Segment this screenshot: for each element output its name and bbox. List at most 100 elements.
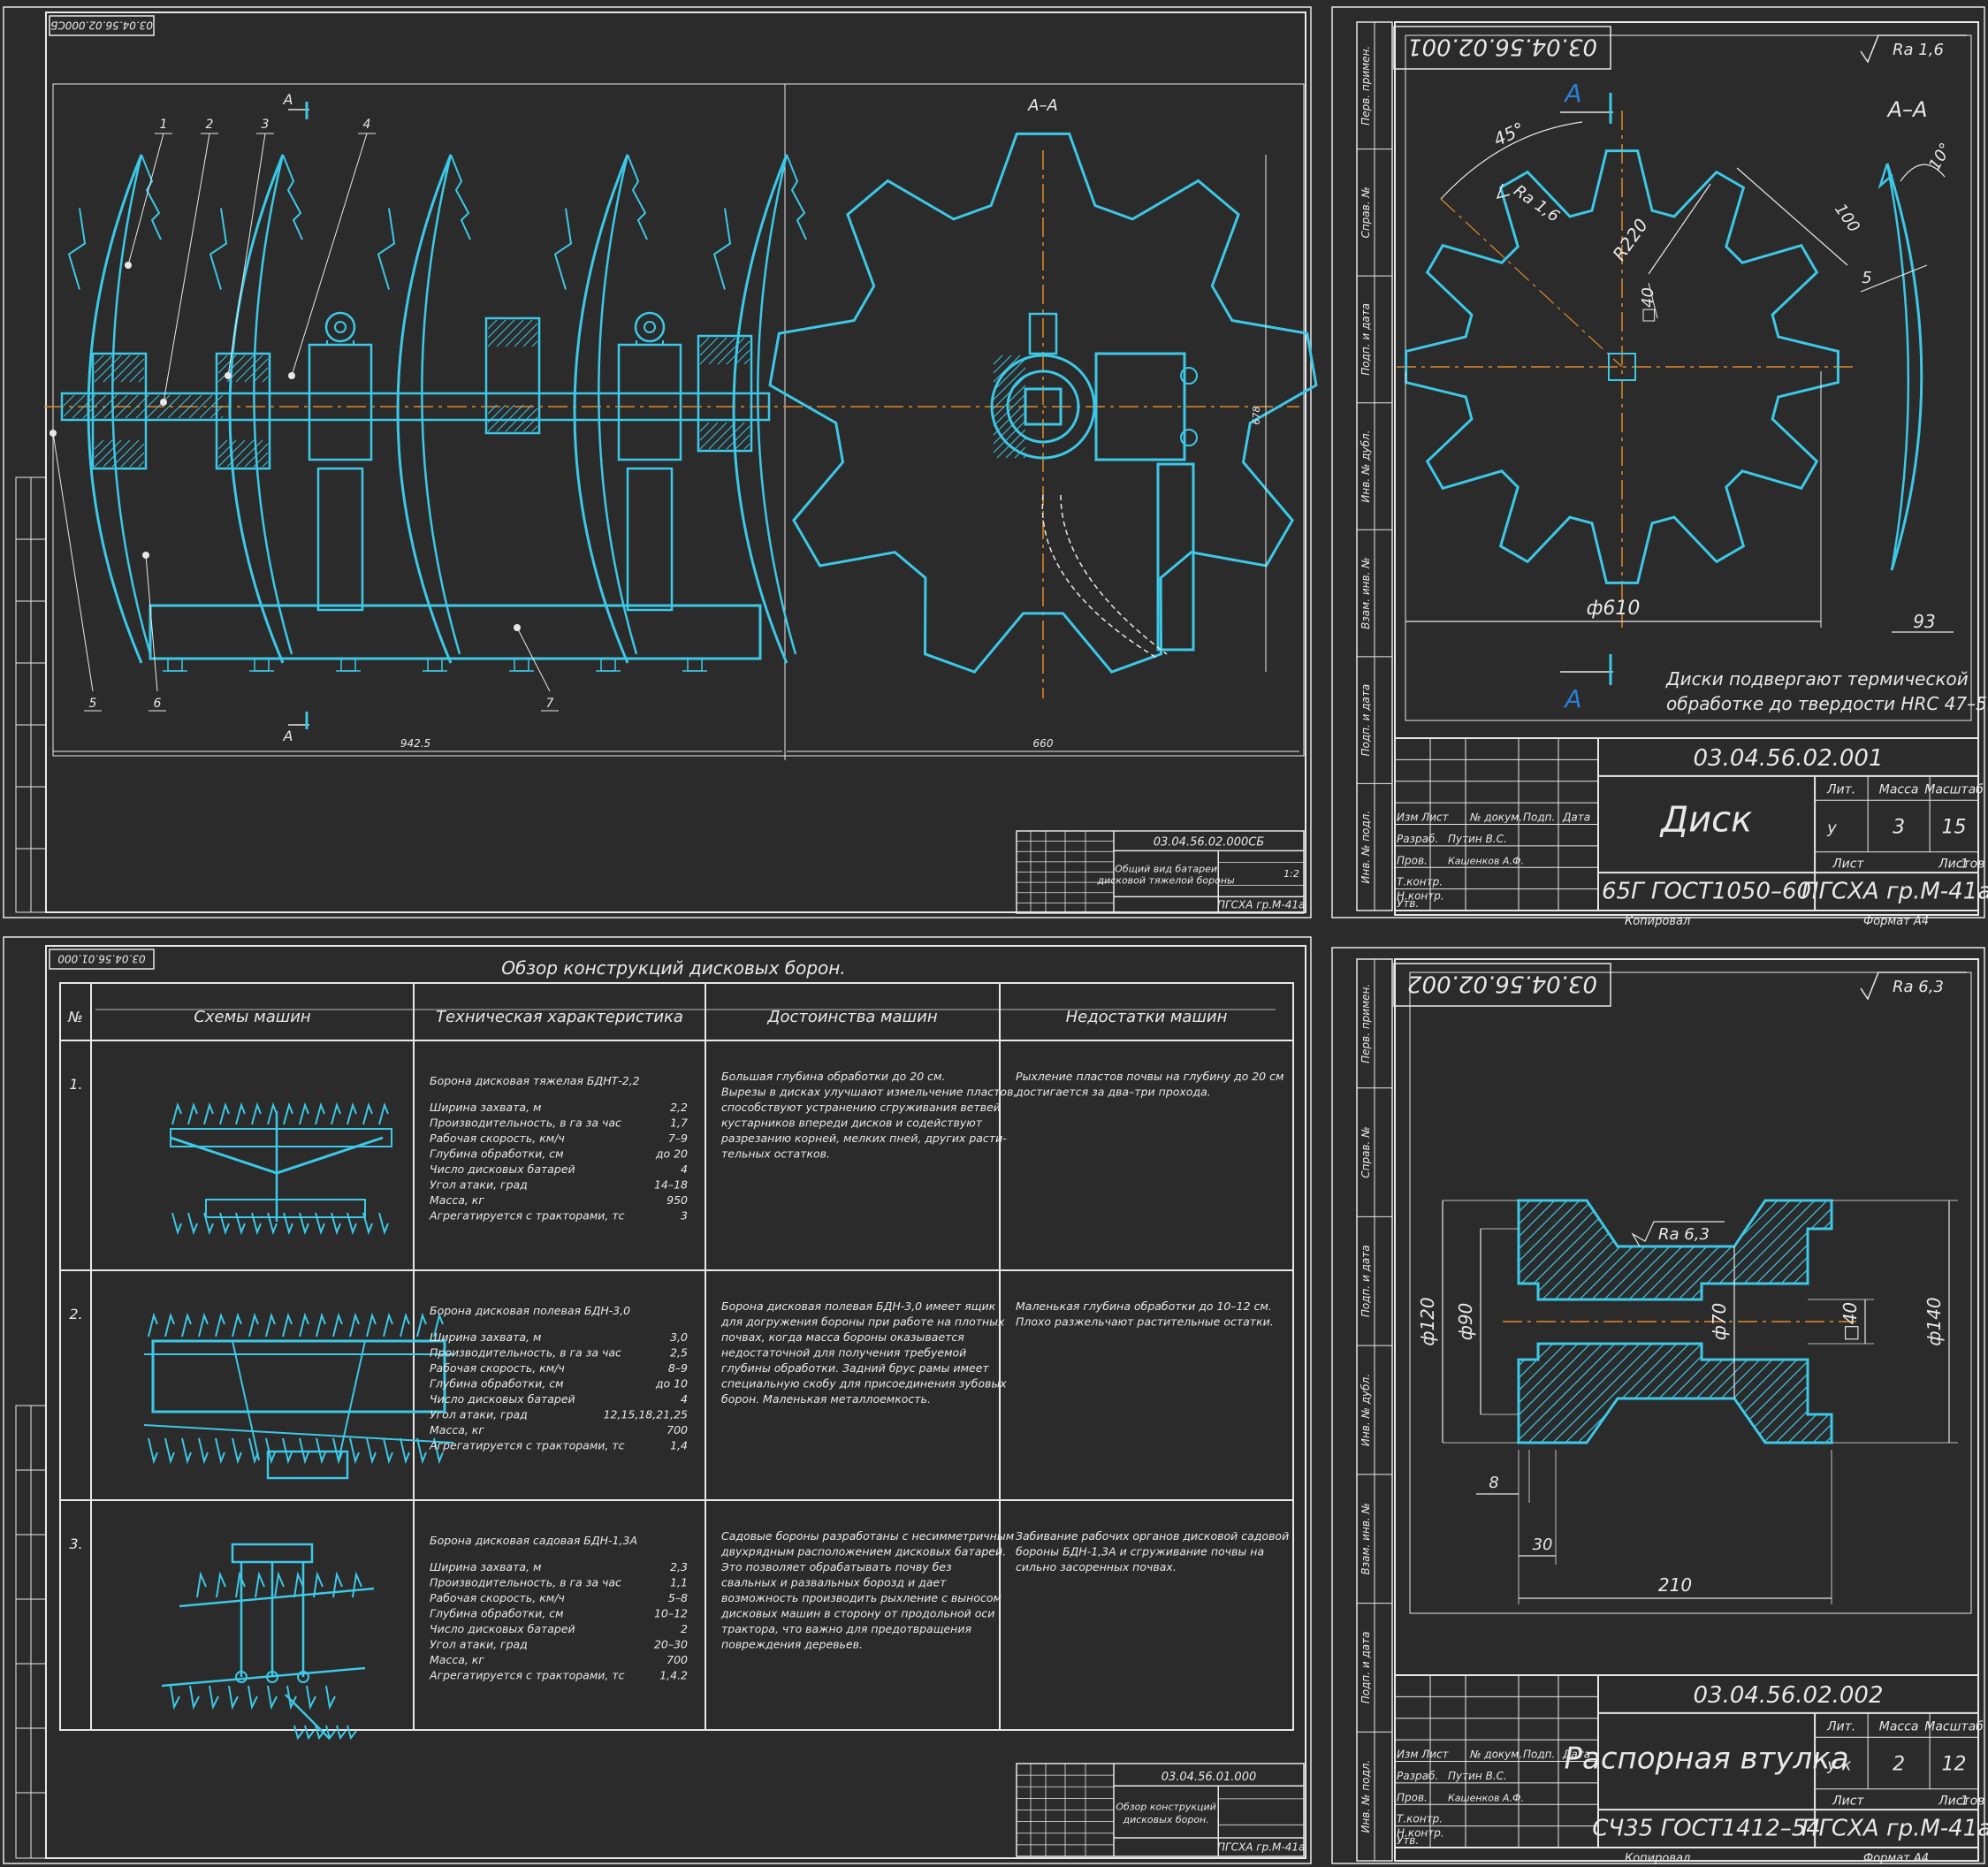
sheet-assembly-drawing[interactable]: 03.04.56.02.000СБ 1 2 3 4 5 6 7 А А А–А 942.5 660 678… <box>3 6 1318 918</box>
side-label: Перв. примен. <box>1360 46 1372 126</box>
sheet-disk-drawing[interactable]: Перв. примен. Справ. № Подп. и дата Инв. № … <box>1331 6 1988 928</box>
pros-line: Садовые бороны разработаны с несимметрич… <box>721 1529 1014 1543</box>
sketch-disc <box>235 1212 246 1236</box>
section-disc-outer <box>1885 163 1923 571</box>
sketch-disc <box>267 1101 278 1125</box>
sketch-disc <box>299 1212 309 1236</box>
pros-line: дисковых машин в сторону от продольной о… <box>720 1607 994 1620</box>
stamp-mass-label: Масса <box>1879 782 1919 796</box>
sketch-disc <box>316 1437 326 1465</box>
sketch-frame <box>151 1339 446 1414</box>
cad-viewport[interactable]: 03.04.56.02.000СБ1 2 3 45 6 7ААА–А942.5 660678… <box>0 0 1988 1867</box>
beam-bolt <box>254 658 270 672</box>
hub-hatch <box>699 337 750 365</box>
sketch-disc <box>219 1101 230 1125</box>
stamp-rows-doc: № докум. <box>1469 812 1522 824</box>
disc-notch <box>627 154 648 240</box>
dim-d100: 100 <box>1831 201 1863 236</box>
stamp-prov: Пров. <box>1397 854 1428 866</box>
spec-value: 1,1 <box>670 1576 688 1589</box>
cons-line: Рыхление пластов почвы на глубину до 20 … <box>1016 1070 1283 1083</box>
hatch-line <box>1885 1339 1988 1445</box>
side-label: Инв. № дубл. <box>1360 1374 1372 1446</box>
sheet-review-table[interactable]: 03.04.56.01.000 Обзор конструкций дисковы… <box>3 936 1312 1864</box>
sketch-disc <box>267 1685 278 1711</box>
sketch-disc <box>400 1437 410 1465</box>
side-label: Взам. инв. № <box>1360 557 1372 629</box>
stamp-tkontr: Т.контр. <box>1397 876 1443 888</box>
spec-label: Агрегатируется с тракторами, тс <box>429 1209 625 1223</box>
table-header: Схемы машин <box>194 1008 311 1026</box>
hatch-line <box>699 337 719 356</box>
disc-cut <box>553 208 573 290</box>
stamp-scale: 15 <box>1942 816 1967 838</box>
stamp-lit: у <box>1826 819 1837 837</box>
hatch-line <box>993 354 1003 365</box>
stamp-rows-date: Дата <box>1562 812 1590 824</box>
spec-value: 1,4.2 <box>659 1669 688 1682</box>
stamp-format: Формат А4 <box>1863 915 1929 928</box>
section-label: А–А <box>1027 96 1058 115</box>
row-number: 2. <box>69 1306 82 1322</box>
hatch-line <box>94 354 104 365</box>
sketch-disc <box>383 1437 393 1465</box>
disc-cut <box>712 208 732 290</box>
hatch-line <box>1822 1344 1832 1443</box>
sheet-spacer-sleeve-drawing[interactable]: Перв. примен. Справ. № Подп. и дата Инв. № … <box>1253 947 1988 1865</box>
pros-line: трактора, что важно для предотвращения <box>721 1622 971 1635</box>
hatch-line <box>993 358 1026 392</box>
disc-inner-edge <box>421 154 461 655</box>
sketch-bar <box>161 1666 366 1688</box>
drawing-area <box>1409 972 1972 1614</box>
cut-letter-top: А <box>283 91 293 108</box>
beam-bolt <box>427 658 443 672</box>
sketch-disc <box>203 1101 214 1125</box>
sketch-disc <box>362 1101 373 1125</box>
heat-treatment-note-1: Диски подвергают термической <box>1665 668 1969 690</box>
pros-line: борон. Маленькая металлоемкость. <box>721 1392 931 1406</box>
leader-line <box>227 133 266 377</box>
hatch-line <box>699 422 719 441</box>
sketch-disc <box>235 1101 246 1125</box>
sketch-disc <box>148 1312 158 1337</box>
sketch-disc <box>400 1312 410 1337</box>
title-block: 03.04.56.02.000СБ Общий вид батареидисков… <box>1016 830 1305 914</box>
hatch-line <box>1266 1198 1372 1304</box>
sketch-disc <box>332 1571 343 1598</box>
stamp-rows-date: Дата <box>1562 1749 1590 1761</box>
sketch-disc <box>331 1212 341 1236</box>
spec-label: Производительность, в га за час <box>430 1346 621 1360</box>
sketch-disc <box>299 1437 309 1465</box>
sketch-disc <box>255 1571 265 1598</box>
stamp-title: Диск <box>1659 799 1752 840</box>
sketch-disc <box>299 1312 309 1337</box>
hatch-line <box>1340 1339 1446 1445</box>
hatch-line <box>1860 1198 1966 1304</box>
sketch-disc <box>366 1437 377 1465</box>
hatch-line <box>1023 455 1026 459</box>
bracket-post <box>626 467 674 612</box>
code-mirrored: 03.04.56.02.002 <box>1407 971 1597 997</box>
side-label: Инв. № дубл. <box>1360 430 1372 502</box>
hatch-line <box>1377 1339 1483 1445</box>
spec-label: Масса, кг <box>430 1423 484 1436</box>
hatch-line <box>94 354 113 374</box>
hatch-line <box>1340 1198 1446 1304</box>
code-mirrored: 03.04.56.01.000 <box>57 953 146 965</box>
sketch-disc <box>315 1725 325 1741</box>
table-header: № <box>67 1009 83 1025</box>
spec-label: Угол атаки, град <box>430 1178 528 1192</box>
hatch-line <box>531 425 538 432</box>
hatch-line <box>699 337 710 347</box>
hub-hatch <box>217 439 269 468</box>
cut-letter-bottom: А <box>283 728 293 744</box>
dim-d120: ф120 <box>1417 1297 1438 1345</box>
leader-dot <box>160 399 167 406</box>
stamp-kopir: Копировал <box>1625 1852 1690 1865</box>
pros-line: Это позволяет обрабатывать почву без <box>720 1560 952 1574</box>
small-stamp-org: ПГСХА гр.М-41а <box>1217 898 1305 911</box>
cut-letter-bottom: А <box>1563 684 1581 713</box>
hatch-line <box>514 323 538 347</box>
side-label: Справ. № <box>1360 1126 1372 1177</box>
sketch-disc <box>251 1212 262 1236</box>
